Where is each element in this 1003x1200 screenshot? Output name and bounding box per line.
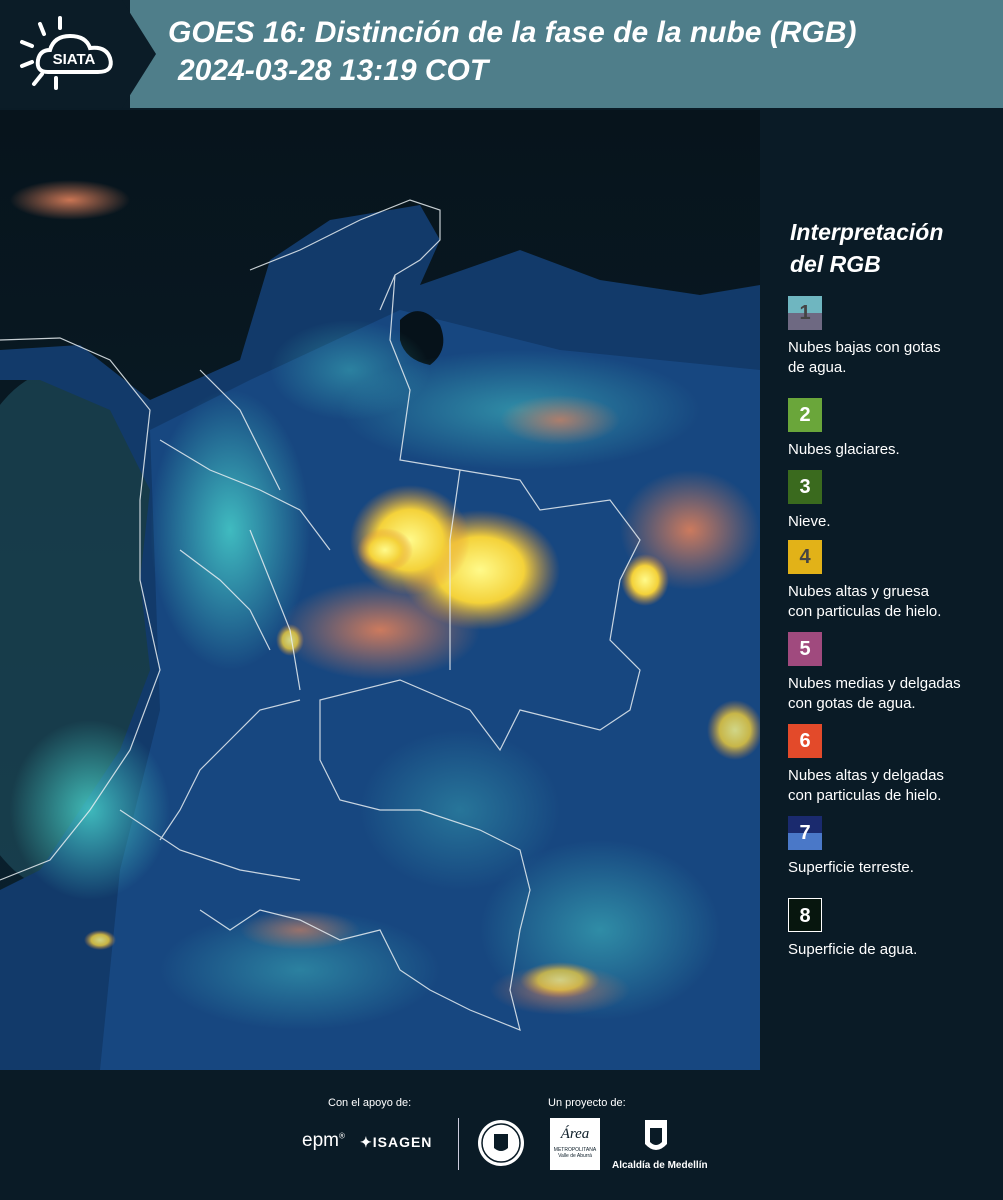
legend-label-4: Nubes altas y gruesa con particulas de hi… [788,582,998,622]
isagen-logo-text: ISAGEN [372,1134,433,1150]
legend-item-8: 8 Superficie de agua. [788,898,998,960]
siata-logo-icon: SIATA [20,16,113,90]
legend-item-3: 3 Nieve. [788,470,998,532]
legend-label-6: Nubes altas y delgadas con particulas de … [788,766,998,806]
area-logo-text: Área [560,1126,590,1142]
legend-title-line-1: Interpretación [790,219,944,245]
logo-arrow-shape [122,0,156,108]
legend-label-line-2: con gotas de agua. [788,695,916,712]
legend-swatch-1: 1 [788,296,822,330]
legend-swatch-3: 3 [788,470,822,504]
alcaldia-shield-icon [645,1120,667,1150]
legend-label-line-1: Nubes altas y delgadas [788,767,944,784]
legend-label-8: Superficie de agua. [788,940,998,960]
legend-swatch-4: 4 [788,540,822,574]
legend-swatch-7: 7 [788,816,822,850]
legend-label-line-2: con particulas de hielo. [788,787,942,804]
legend-title: Interpretación del RGB [790,216,943,280]
legend-item-5: 5 Nubes medias y delgadas con gotas de agu… [788,632,998,714]
footer: Con el apoyo de: Un proyecto de: epm® ✦I… [0,1070,1003,1200]
epm-logo: epm® [302,1130,345,1151]
legend-label-5: Nubes medias y delgadas con gotas de agua… [788,674,998,714]
legend-label-line-1: Nubes glaciares. [788,441,900,458]
legend-swatch-8: 8 [788,898,822,932]
legend-panel: Interpretación del RGB 1 Nubes bajas con … [760,110,1003,1070]
title-line-2: 2024-03-28 13:19 COT [178,54,489,87]
alcaldia-label: Alcaldía de Medellín [612,1160,708,1171]
legend-label-line-2: de agua. [788,359,847,376]
legend-number-7: 7 [799,822,811,844]
legend-label-1: Nubes bajas con gotas de agua. [788,338,998,378]
logo-text: SIATA [53,51,96,68]
satellite-map [0,110,760,1070]
legend-label-line-1: Nubes altas y gruesa [788,583,929,600]
legend-number-8: 8 [799,905,811,927]
support-label: Con el apoyo de: [328,1097,412,1109]
legend-item-4: 4 Nubes altas y gruesa con particulas de h… [788,540,998,622]
legend-item-6: 6 Nubes altas y delgadas con particulas de… [788,724,998,806]
title-line-1: GOES 16: Distinción de la fase de la nub… [168,16,857,49]
legend-number-4: 4 [799,546,811,568]
legend-number-2: 2 [799,404,811,426]
project-label: Un proyecto de: [548,1097,626,1109]
legend-label-line-1: Superficie de agua. [788,941,918,958]
university-seal-icon [478,1120,524,1166]
legend-label-line-1: Nieve. [788,513,831,530]
legend-swatch-2: 2 [788,398,822,432]
legend-number-3: 3 [799,476,811,498]
area-logo-sub2: Valle de Aburrá [558,1153,592,1159]
page-title: GOES 16: Distinción de la fase de la nub… [168,14,856,90]
footer-divider [458,1118,459,1170]
legend-label-line-1: Nubes medias y delgadas [788,675,961,692]
legend-item-2: 2 Nubes glaciares. [788,398,998,460]
isagen-logo: ✦ISAGEN [360,1134,432,1151]
legend-label-2: Nubes glaciares. [788,440,998,460]
legend-number-6: 6 [799,730,811,752]
legend-label-7: Superficie terreste. [788,858,998,878]
legend-swatch-6: 6 [788,724,822,758]
area-metropolitana-logo: Área METROPOLITANA Valle de Aburrá [550,1118,600,1170]
isagen-star-icon: ✦ [360,1134,373,1150]
legend-item-1: 1 Nubes bajas con gotas de agua. [788,296,998,378]
legend-title-line-2: del RGB [790,251,881,277]
legend-label-line-2: con particulas de hielo. [788,603,942,620]
legend-number-1: 1 [799,302,811,324]
legend-number-5: 5 [799,638,811,660]
legend-label-3: Nieve. [788,512,998,532]
legend-swatch-5: 5 [788,632,822,666]
legend-label-line-1: Superficie terreste. [788,859,914,876]
epm-logo-text: epm [302,1130,339,1151]
legend-label-line-1: Nubes bajas con gotas [788,339,941,356]
legend-item-7: 7 Superficie terreste. [788,816,998,878]
header-banner: SIATA GOES 16: Distinción de la fase de … [0,0,1003,108]
rgb-satellite-image [0,110,760,1070]
